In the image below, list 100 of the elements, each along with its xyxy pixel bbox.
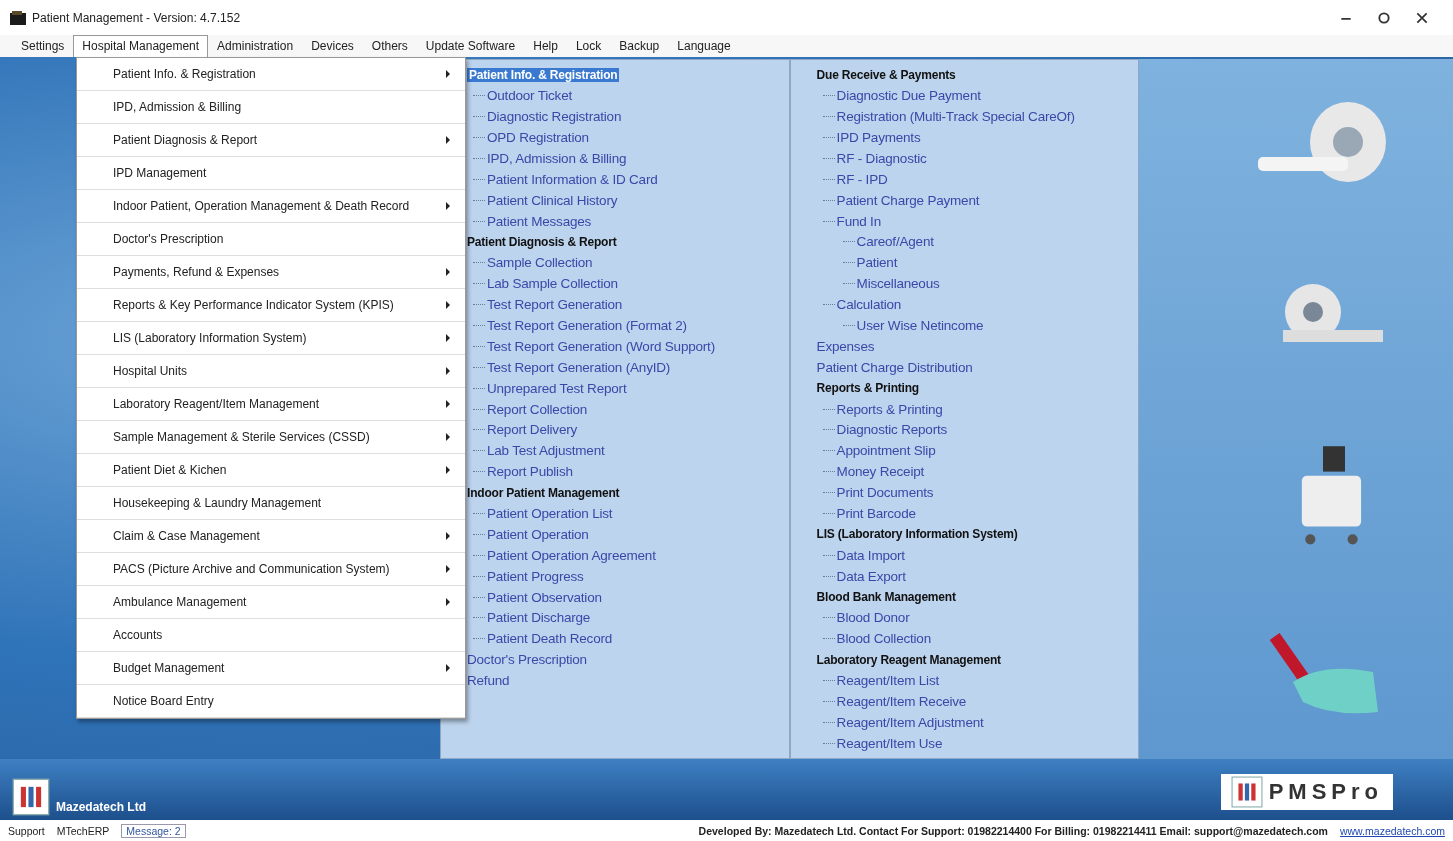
- tree-item[interactable]: Report Delivery: [487, 422, 578, 438]
- tree-item[interactable]: Expenses: [816, 338, 875, 354]
- message-link[interactable]: Message: 2: [121, 823, 186, 838]
- tree-item[interactable]: Careof/Agent: [856, 234, 934, 250]
- dropdown-menu-item[interactable]: Ambulance Management: [77, 586, 465, 620]
- website-link[interactable]: www.mazedatech.com: [1339, 824, 1445, 837]
- tree-item[interactable]: Reports & Printing: [836, 401, 943, 417]
- tree-item[interactable]: Outdoor Ticket: [487, 88, 572, 104]
- tree-item[interactable]: RF - Diagnostic: [836, 150, 927, 166]
- dropdown-menu-item[interactable]: Claim & Case Management: [77, 520, 465, 554]
- tree-item[interactable]: User Wise Netincome: [856, 318, 984, 333]
- tree-item[interactable]: Patient Discharge: [487, 610, 591, 626]
- tree-item[interactable]: Patient Charge Payment: [836, 192, 980, 208]
- menu-bar-item[interactable]: Language: [668, 35, 740, 58]
- tree-item[interactable]: Patient Charge Distribution: [816, 359, 973, 375]
- tree-item[interactable]: Appointment Slip: [836, 443, 936, 459]
- tree-item[interactable]: Indoor Patient Management: [467, 485, 620, 500]
- tree-item[interactable]: Print Documents: [836, 485, 934, 501]
- tree-item[interactable]: Data Import: [836, 547, 905, 563]
- tree-item[interactable]: Diagnostic Reports: [836, 422, 948, 438]
- menu-bar-item[interactable]: Update Software: [416, 35, 525, 58]
- tree-item[interactable]: Patient Progress: [487, 568, 584, 584]
- close-icon[interactable]: [1415, 10, 1429, 25]
- dropdown-menu-item[interactable]: PACS (Picture Archive and Communication System): [77, 553, 465, 587]
- tree-item[interactable]: Reagent/Item Use: [836, 735, 943, 751]
- dropdown-menu-item[interactable]: Notice Board Entry: [77, 685, 465, 719]
- tree-item[interactable]: Fund In: [836, 213, 881, 229]
- tree-item[interactable]: Patient Death Record: [487, 631, 613, 647]
- tree-item[interactable]: Blood Donor: [836, 610, 910, 626]
- tree-item[interactable]: Sample Collection: [487, 255, 593, 271]
- menu-bar-item[interactable]: Others: [362, 35, 417, 58]
- tree-item[interactable]: Patient Diagnosis & Report: [467, 234, 617, 249]
- dropdown-menu-item[interactable]: Patient Diet & Kichen: [77, 454, 465, 488]
- dropdown-menu-item[interactable]: IPD, Admission & Billing: [77, 91, 465, 125]
- menu-bar-item[interactable]: Devices: [302, 35, 363, 58]
- dropdown-menu-item[interactable]: Payments, Refund & Expenses: [77, 256, 465, 290]
- tree-item[interactable]: Lab Sample Collection: [487, 276, 618, 292]
- menu-bar-item[interactable]: Backup: [610, 35, 669, 58]
- tree-item[interactable]: LIS (Laboratory Information System): [816, 527, 1018, 542]
- tree-item[interactable]: Patient Information & ID Card: [487, 171, 658, 187]
- dropdown-menu-item[interactable]: Sample Management & Sterile Services (CSSD): [77, 421, 465, 455]
- tree-item[interactable]: Blood Collection: [836, 631, 931, 647]
- tree-item[interactable]: Reagent/Item Adjustment: [836, 714, 984, 730]
- tree-item[interactable]: Lab Test Adjustment: [487, 443, 605, 459]
- tree-item[interactable]: Patient Messages: [487, 213, 592, 229]
- tree-item[interactable]: IPD Payments: [836, 130, 921, 145]
- tree-item[interactable]: Money Receipt: [836, 464, 925, 480]
- menu-bar-item[interactable]: Lock: [566, 35, 611, 58]
- dropdown-menu-item[interactable]: Hospital Units: [77, 355, 465, 389]
- tree-item[interactable]: Doctor's Prescription: [467, 652, 587, 668]
- tree-item[interactable]: Patient Clinical History: [487, 192, 618, 208]
- tree-item[interactable]: Laboratory Reagent Management: [816, 652, 1001, 667]
- tree-item[interactable]: Patient Operation Agreement: [487, 547, 656, 563]
- tree-item[interactable]: Patient Operation List: [487, 506, 613, 521]
- dropdown-menu-item[interactable]: Patient Diagnosis & Report: [77, 124, 465, 158]
- tree-item[interactable]: Patient Operation: [487, 526, 589, 542]
- menu-bar-item[interactable]: Hospital Management: [73, 35, 209, 58]
- tree-item[interactable]: Reports & Printing: [816, 381, 919, 396]
- tree-item[interactable]: Test Report Generation: [487, 297, 623, 313]
- dropdown-menu-item[interactable]: Budget Management: [77, 652, 465, 686]
- tree-item[interactable]: Registration (Multi-Track Special CareOf): [836, 109, 1075, 125]
- dropdown-menu-item[interactable]: Accounts: [77, 619, 465, 653]
- tree-item[interactable]: RF - IPD: [836, 171, 888, 187]
- tree-item[interactable]: IPD, Admission & Billing: [487, 150, 627, 166]
- dropdown-menu-item[interactable]: Doctor's Prescription: [77, 223, 465, 257]
- support-link[interactable]: Support: [8, 824, 45, 837]
- tree-item[interactable]: Print Barcode: [836, 506, 916, 521]
- tree-item[interactable]: Test Report Generation (Word Support): [487, 338, 715, 354]
- menu-bar-item[interactable]: Help: [524, 35, 567, 58]
- tree-item[interactable]: Patient Info. & Registration: [467, 67, 620, 82]
- tree-item[interactable]: Data Export: [836, 568, 906, 584]
- erp-link[interactable]: MTechERP: [56, 824, 110, 837]
- dropdown-menu-item[interactable]: Patient Info. & Registration: [77, 58, 465, 92]
- tree-item[interactable]: Diagnostic Due Payment: [836, 88, 981, 104]
- maximize-icon[interactable]: [1377, 10, 1391, 25]
- tree-item[interactable]: Test Report Generation (AnyID): [487, 359, 671, 375]
- tree-item[interactable]: Refund: [467, 673, 510, 689]
- window-title: Patient Management - Version: 4.7.152: [32, 10, 241, 25]
- tree-item[interactable]: Report Collection: [487, 401, 588, 417]
- dropdown-menu-item[interactable]: IPD Management: [77, 157, 465, 191]
- menu-bar-item[interactable]: Administration: [208, 35, 303, 58]
- tree-item[interactable]: Blood Bank Management: [816, 590, 956, 605]
- tree-item[interactable]: Test Report Generation (Format 2): [487, 318, 687, 333]
- tree-item[interactable]: Reagent/Item List: [836, 673, 939, 689]
- tree-item[interactable]: Miscellaneous: [856, 276, 940, 292]
- tree-item[interactable]: Patient: [856, 255, 898, 271]
- dropdown-menu-item[interactable]: Housekeeping & Laundry Management: [77, 487, 465, 521]
- tree-item[interactable]: Diagnostic Registration: [487, 109, 622, 125]
- tree-item[interactable]: Unprepared Test Report: [487, 380, 627, 396]
- dropdown-menu-item[interactable]: Indoor Patient, Operation Management & Death Record: [77, 190, 465, 224]
- tree-item[interactable]: Due Receive & Payments: [816, 67, 956, 82]
- tree-item[interactable]: Calculation: [836, 297, 902, 313]
- tree-item[interactable]: Reagent/Item Receive: [836, 694, 967, 710]
- dropdown-menu-item[interactable]: Laboratory Reagent/Item Management: [77, 388, 465, 422]
- tree-item[interactable]: Patient Observation: [487, 589, 602, 605]
- menu-bar-item[interactable]: Settings: [12, 35, 74, 58]
- tree-item[interactable]: OPD Registration: [487, 130, 589, 145]
- dropdown-menu-item[interactable]: LIS (Laboratory Information System): [77, 322, 465, 356]
- dropdown-menu-item[interactable]: Reports & Key Performance Indicator System (KPIS): [77, 289, 465, 323]
- tree-item[interactable]: Report Publish: [487, 464, 573, 480]
